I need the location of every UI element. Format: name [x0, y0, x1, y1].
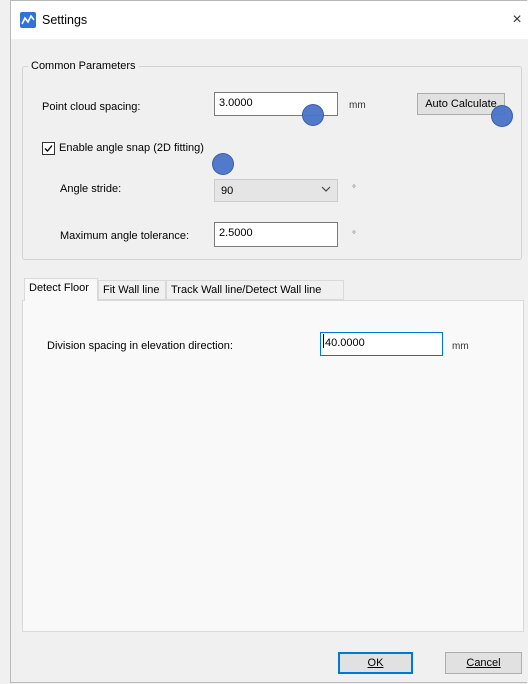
point-cloud-spacing-label: Point cloud spacing:	[42, 101, 141, 113]
click-marker	[303, 105, 323, 125]
point-cloud-spacing-unit: mm	[349, 100, 366, 111]
division-spacing-input[interactable]: 40.0000	[320, 332, 443, 356]
tab-track-wall-line[interactable]: Track Wall line/Detect Wall line	[166, 280, 344, 300]
division-spacing-unit: mm	[452, 341, 469, 352]
checkmark-icon	[44, 145, 53, 152]
ok-button[interactable]: OK	[338, 652, 413, 674]
max-angle-tolerance-label: Maximum angle tolerance:	[60, 230, 190, 242]
cancel-button[interactable]: Cancel	[445, 652, 522, 674]
max-angle-tolerance-unit: °	[352, 230, 356, 241]
click-marker	[213, 154, 233, 174]
click-marker	[492, 106, 512, 126]
window-title: Settings	[42, 13, 88, 27]
angle-stride-unit: °	[352, 184, 356, 195]
text-caret	[323, 334, 324, 348]
tab-fit-wall-line[interactable]: Fit Wall line	[98, 280, 166, 300]
tab-detect-floor[interactable]: Detect Floor	[24, 278, 98, 301]
common-parameters-title: Common Parameters	[28, 60, 139, 72]
chevron-down-icon	[321, 186, 331, 192]
angle-stride-label: Angle stride:	[60, 183, 122, 195]
settings-app-icon	[20, 12, 36, 28]
max-angle-tolerance-input[interactable]: 2.5000	[214, 222, 338, 247]
angle-stride-value: 90	[221, 185, 234, 197]
title-bar	[11, 1, 528, 39]
division-spacing-label: Division spacing in elevation direction:	[47, 340, 233, 352]
angle-stride-select[interactable]: 90	[214, 179, 338, 202]
enable-angle-snap-checkbox[interactable]	[42, 142, 55, 155]
enable-angle-snap-label[interactable]: Enable angle snap (2D fitting)	[59, 142, 204, 154]
close-icon[interactable]: ×	[506, 10, 528, 30]
